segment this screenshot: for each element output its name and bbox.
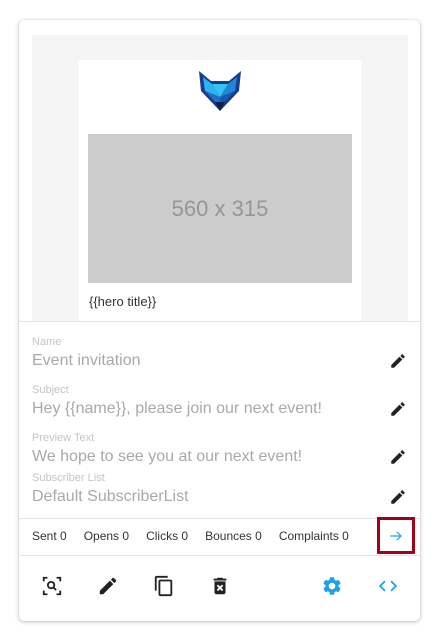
name-label: Name: [32, 336, 62, 348]
subscriber-list-label: Subscriber List: [32, 472, 105, 484]
template-card: 560 x 315 {{hero title}} Name Event invi…: [19, 20, 420, 621]
hero-image-placeholder: 560 x 315: [88, 134, 352, 283]
hero-title-text: {{hero title}}: [89, 294, 157, 309]
view-stats-button[interactable]: [377, 517, 415, 554]
stat-complaints: Complaints 0: [278, 529, 349, 543]
code-icon: [378, 580, 398, 592]
placeholder-size-text: 560 x 315: [171, 195, 269, 221]
edit-name-button[interactable]: [386, 349, 410, 373]
gear-icon: [323, 577, 341, 595]
template-preview[interactable]: 560 x 315 {{hero title}}: [32, 35, 408, 321]
delete-button[interactable]: [206, 572, 234, 600]
divider: [19, 555, 420, 556]
preview-text-label: Preview Text: [32, 432, 95, 444]
preview-button[interactable]: [38, 572, 66, 600]
stats-row: Sent 0 Opens 0 Clicks 0 Bounces 0 Compla…: [32, 528, 366, 544]
subject-label: Subject: [32, 384, 69, 396]
subscriber-list-field: Subscriber List Default SubscriberList: [32, 472, 392, 507]
pencil-icon: [391, 490, 405, 504]
divider: [19, 321, 420, 322]
stat-clicks: Clicks 0: [146, 529, 189, 543]
pencil-icon: [391, 450, 405, 464]
name-value: Event invitation: [32, 352, 141, 369]
name-field: Name Event invitation: [32, 336, 392, 371]
email-preview-frame: 560 x 315 {{hero title}}: [79, 60, 361, 321]
stat-opens: Opens 0: [83, 529, 130, 543]
copy-icon: [154, 575, 173, 597]
subject-value: Hey {{name}}, please join our next event…: [32, 400, 322, 417]
arrow-right-icon: [390, 530, 402, 541]
code-button[interactable]: [374, 572, 402, 600]
edit-template-button[interactable]: [94, 572, 122, 600]
subscriber-list-value: Default SubscriberList: [32, 488, 189, 505]
divider: [19, 518, 420, 519]
stat-bounces: Bounces 0: [205, 529, 262, 543]
preview-text-value: We hope to see you at our next event!: [32, 448, 303, 465]
pencil-icon: [99, 577, 117, 595]
edit-subject-button[interactable]: [386, 397, 410, 421]
preview-text-field: Preview Text We hope to see you at our n…: [32, 432, 392, 467]
edit-subscriber-list-button[interactable]: [386, 485, 410, 509]
zoom-preview-icon: [42, 576, 62, 596]
edit-preview-text-button[interactable]: [386, 445, 410, 469]
subject-field: Subject Hey {{name}}, please join our ne…: [32, 384, 392, 419]
pencil-icon: [391, 402, 405, 416]
stat-sent: Sent 0: [32, 529, 67, 543]
pencil-icon: [391, 354, 405, 368]
trash-icon: [213, 577, 227, 595]
settings-button[interactable]: [318, 572, 346, 600]
fox-logo-icon: [199, 71, 241, 111]
duplicate-button[interactable]: [150, 572, 178, 600]
